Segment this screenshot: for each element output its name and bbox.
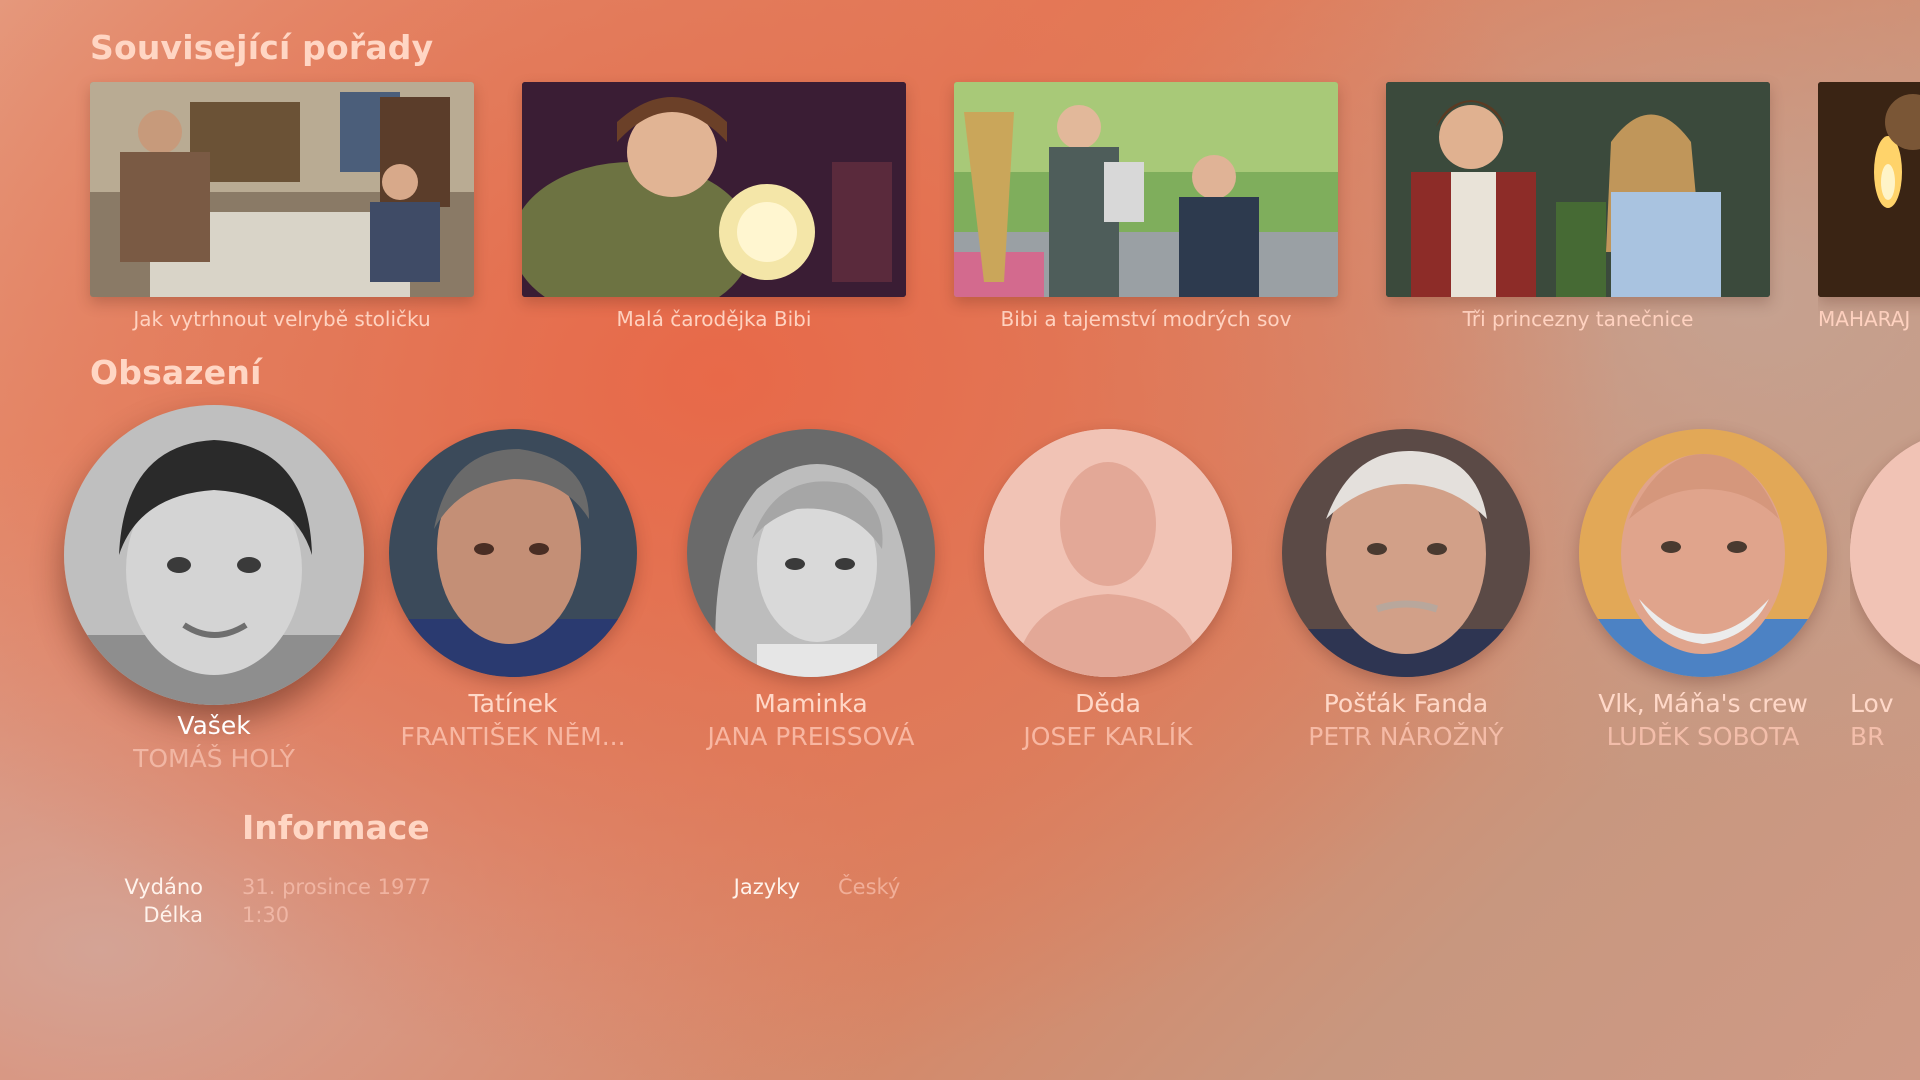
cast-member-7[interactable]: Lov BR — [1850, 429, 1920, 751]
cast-member-6[interactable]: Vlk, Máňa's crew LUDĚK SOBOTA — [1553, 429, 1853, 751]
related-shows-heading: Související pořady — [90, 28, 434, 67]
released-label: Vydáno — [124, 875, 203, 899]
cast-actor-5: PETR NÁROŽNÝ — [1308, 722, 1504, 751]
length-label: Délka — [143, 903, 203, 927]
cast-photo-1 — [64, 405, 364, 705]
related-thumbnail-4 — [1386, 82, 1770, 297]
cast-actor-1: TOMÁŠ HOLÝ — [133, 744, 295, 773]
person-placeholder-icon — [984, 429, 1232, 677]
related-title-1: Jak vytrhnout velrybě stoličku — [133, 307, 431, 331]
related-thumbnail-1 — [90, 82, 474, 297]
cast-member-5[interactable]: Pošťák Fanda PETR NÁROŽNÝ — [1256, 429, 1556, 751]
cast-actor-3: JANA PREISSOVÁ — [707, 722, 915, 751]
cast-role-6: Vlk, Máňa's crew — [1598, 689, 1808, 718]
cast-member-1[interactable]: Vašek TOMÁŠ HOLÝ — [64, 405, 364, 773]
cast-row: Vašek TOMÁŠ HOLÝ Tatínek FRANTIŠEK NĚM..… — [0, 405, 1920, 785]
languages-label: Jazyky — [733, 875, 800, 899]
released-value: 31. prosince 1977 — [242, 875, 432, 899]
cast-member-3[interactable]: Maminka JANA PREISSOVÁ — [661, 429, 961, 751]
related-card-3[interactable]: Bibi a tajemství modrých sov — [954, 82, 1338, 331]
cast-photo-3 — [687, 429, 935, 677]
cast-role-4: Děda — [1075, 689, 1141, 718]
cast-photo-2 — [389, 429, 637, 677]
cast-photo-6 — [1579, 429, 1827, 677]
cast-actor-2: FRANTIŠEK NĚM... — [400, 722, 626, 751]
related-thumbnail-3 — [954, 82, 1338, 297]
cast-actor-7: BR — [1850, 722, 1885, 751]
cast-actor-6: LUDĚK SOBOTA — [1606, 722, 1800, 751]
related-card-1[interactable]: Jak vytrhnout velrybě stoličku — [90, 82, 474, 331]
info-heading: Informace — [242, 808, 430, 847]
related-card-4[interactable]: Tři princezny tanečnice — [1386, 82, 1770, 331]
cast-photo-5 — [1282, 429, 1530, 677]
cast-member-4[interactable]: Děda JOSEF KARLÍK — [958, 429, 1258, 751]
related-title-3: Bibi a tajemství modrých sov — [1000, 307, 1292, 331]
cast-role-2: Tatínek — [468, 689, 558, 718]
cast-photo-7 — [1850, 429, 1920, 677]
cast-role-3: Maminka — [754, 689, 868, 718]
related-card-5[interactable]: MAHARAJ — [1818, 82, 1920, 331]
related-card-2[interactable]: Malá čarodějka Bibi — [522, 82, 906, 331]
cast-actor-4: JOSEF KARLÍK — [1023, 722, 1193, 751]
cast-heading: Obsazení — [90, 353, 262, 392]
languages-value: Český — [838, 875, 901, 899]
related-thumbnail-2 — [522, 82, 906, 297]
cast-member-2[interactable]: Tatínek FRANTIŠEK NĚM... — [363, 429, 663, 751]
related-title-4: Tři princezny tanečnice — [1462, 307, 1694, 331]
cast-photo-4 — [984, 429, 1232, 677]
cast-role-1: Vašek — [177, 711, 251, 740]
cast-role-7: Lov — [1850, 689, 1894, 718]
related-title-2: Malá čarodějka Bibi — [616, 307, 812, 331]
related-shows-row: Jak vytrhnout velrybě stoličku Malá čaro… — [0, 82, 1920, 342]
cast-role-5: Pošťák Fanda — [1323, 689, 1489, 718]
length-value: 1:30 — [242, 903, 290, 927]
related-title-5: MAHARAJ — [1818, 307, 1911, 331]
related-thumbnail-5 — [1818, 82, 1920, 297]
